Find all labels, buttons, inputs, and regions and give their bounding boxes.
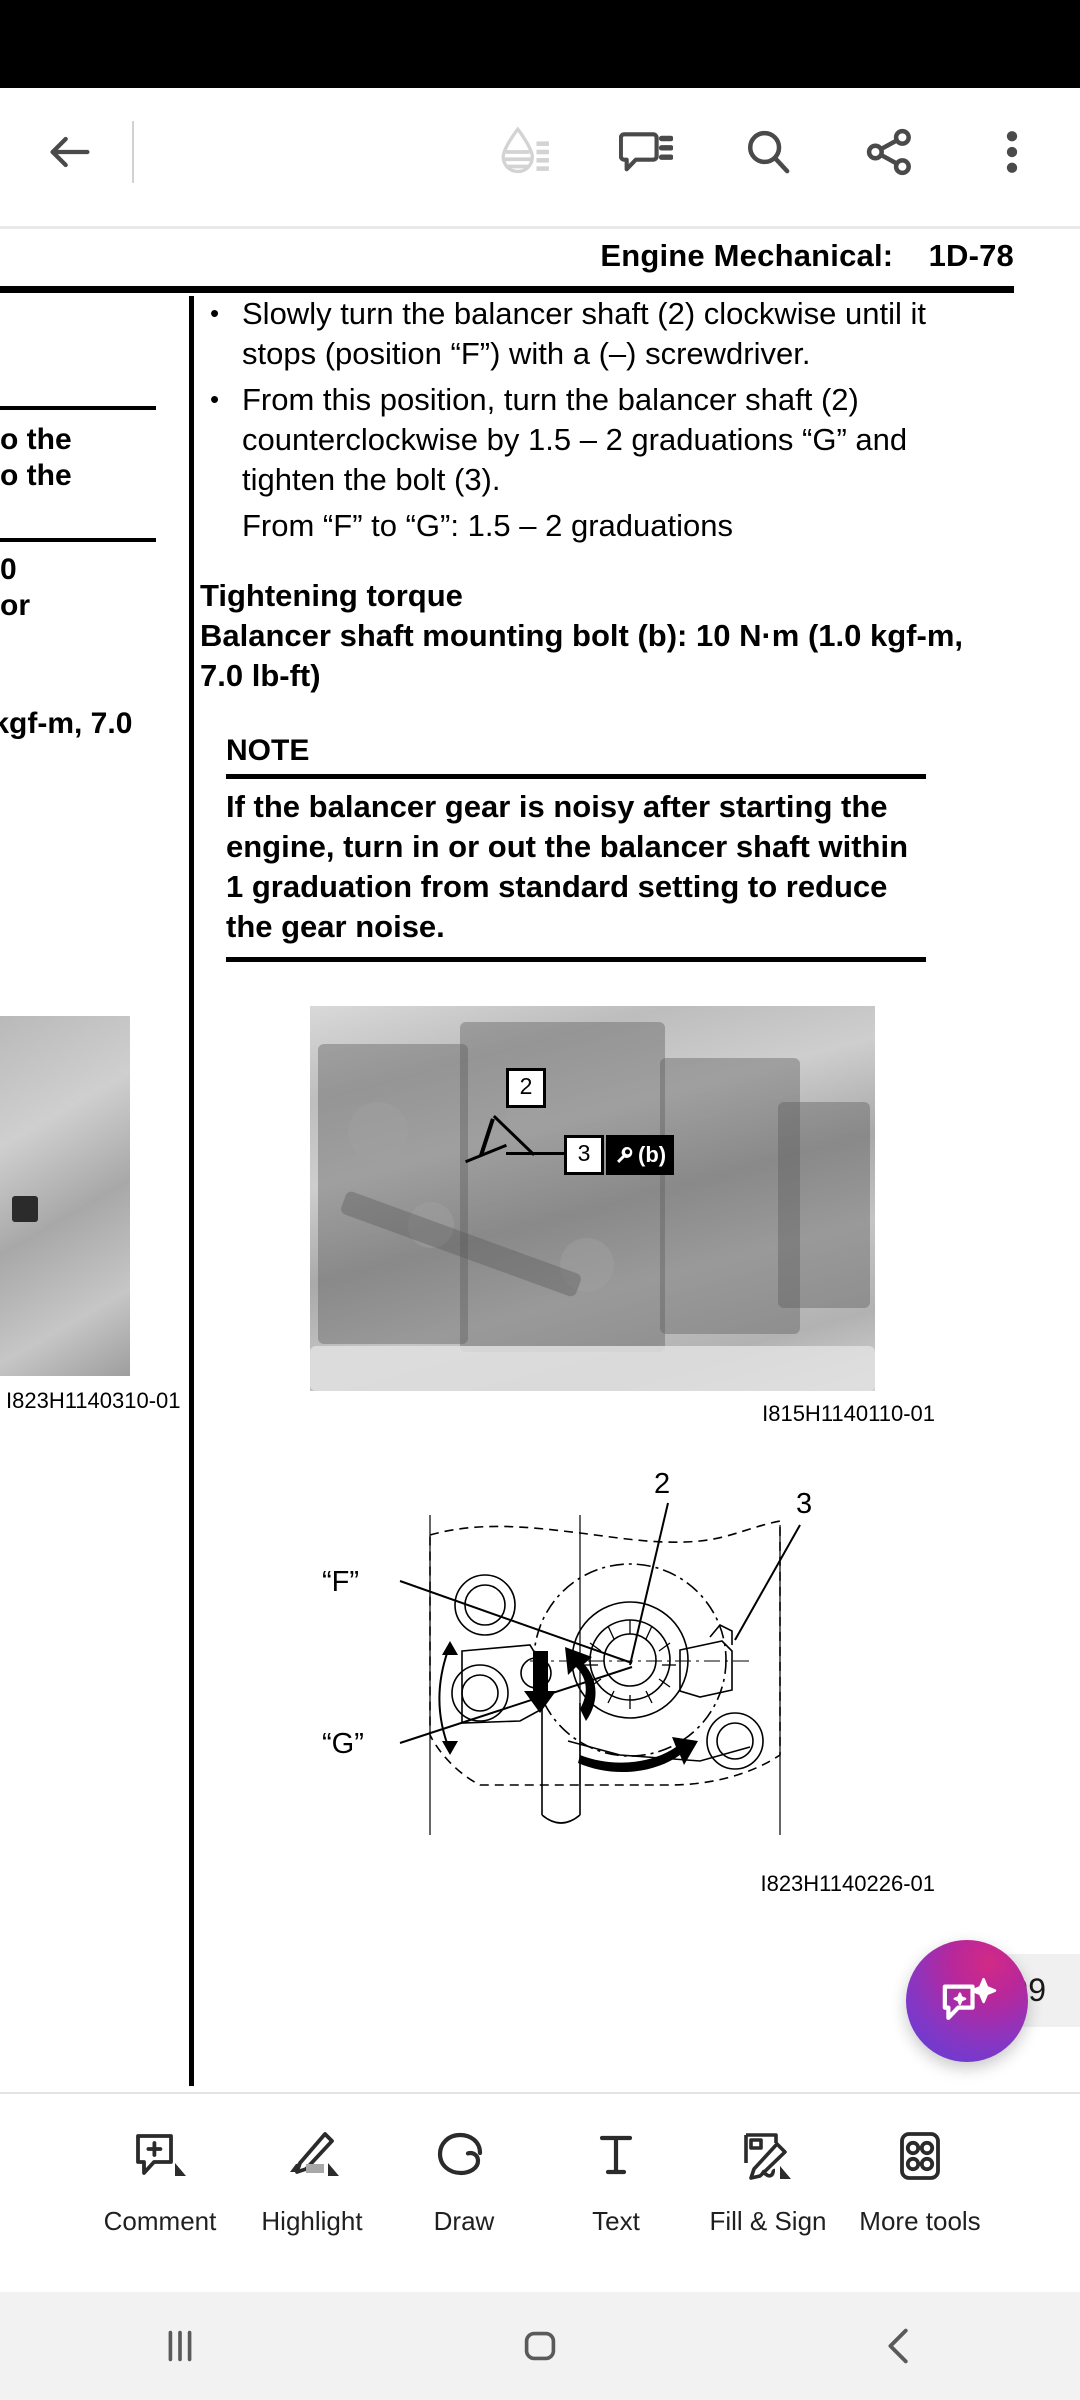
graduation-note: From “F” to “G”: 1.5 – 2 graduations xyxy=(242,508,734,543)
torque-title: Tightening torque xyxy=(200,578,463,613)
figure-photo-engine-block: 2 3 (b) xyxy=(310,1006,875,1391)
torque-block: Tightening torque Balancer shaft mountin… xyxy=(200,576,990,696)
appbar-right-group xyxy=(450,104,1060,200)
tool-draw[interactable]: Draw xyxy=(388,2116,540,2237)
left-fragment-3: 0 xyxy=(0,553,17,586)
pdf-page: Engine Mechanical: 1D-78 o the o the 0 o… xyxy=(0,216,1080,2092)
comments-button[interactable] xyxy=(598,104,694,200)
home-icon xyxy=(524,2331,556,2361)
tool-comment-icon-wrap xyxy=(128,2116,192,2202)
liquid-mode-icon xyxy=(501,126,549,174)
tool-text-label: Text xyxy=(592,2206,640,2236)
figure-drawing-caption: I823H1140226-01 xyxy=(760,1871,935,1896)
left-fragment-5: kgf-m, 7.0 xyxy=(0,707,133,740)
left-figure-image xyxy=(0,1016,130,1376)
drawing-label-G: “G” xyxy=(322,1728,364,1760)
back-button[interactable] xyxy=(22,104,118,200)
comment-list-icon xyxy=(619,132,673,172)
left-rule-1 xyxy=(0,406,156,410)
balancer-shaft-drawing: 2 3 “F” “G” xyxy=(322,1468,812,1835)
nav-home-button[interactable] xyxy=(460,2292,620,2400)
figure-photo-caption: I815H1140110-01 xyxy=(762,1401,935,1426)
wrench-icon xyxy=(617,1146,633,1163)
highlighter-icon xyxy=(290,2132,339,2176)
callout-2-box: 2 xyxy=(506,1068,546,1108)
fill-sign-icon xyxy=(744,2133,791,2180)
chat-sparkle-icon xyxy=(942,1977,997,2020)
system-nav-bar xyxy=(0,2292,1080,2400)
callout-torque-badge: (b) xyxy=(606,1135,675,1175)
tool-text[interactable]: Text xyxy=(540,2116,692,2237)
comment-add-icon xyxy=(136,2134,186,2176)
share-button[interactable] xyxy=(842,104,938,200)
text-tool-icon xyxy=(599,2135,633,2175)
back-arrow-icon xyxy=(50,136,90,168)
callout-3-box: 3 xyxy=(564,1135,604,1175)
tool-highlight[interactable]: Highlight xyxy=(236,2116,388,2237)
overflow-menu-icon xyxy=(1006,131,1018,173)
left-fragment-1: o the xyxy=(0,423,72,456)
overflow-menu-button[interactable] xyxy=(964,104,1060,200)
appbar-divider xyxy=(132,121,134,183)
left-fragment-4: or xyxy=(0,589,30,622)
tool-draw-label: Draw xyxy=(433,2206,495,2236)
tool-fill-sign-icon-wrap xyxy=(736,2116,800,2202)
tool-fill-sign[interactable]: Fill & Sign xyxy=(692,2116,844,2237)
top-app-bar xyxy=(0,88,1080,216)
note-block: NOTE If the balancer gear is noisy after… xyxy=(226,732,926,962)
document-viewport[interactable]: Engine Mechanical: 1D-78 o the o the 0 o… xyxy=(0,216,1080,2092)
main-column: Slowly turn the balancer shaft (2) clock… xyxy=(200,293,990,1897)
share-icon xyxy=(866,128,911,176)
liquid-mode-button[interactable] xyxy=(476,104,572,200)
torque-value: Balancer shaft mounting bolt (b): 10 N·m… xyxy=(200,618,963,693)
nav-recents-button[interactable] xyxy=(100,2292,260,2400)
tool-comment-label: Comment xyxy=(103,2206,217,2236)
note-body: If the balancer gear is noisy after star… xyxy=(226,789,909,944)
drawing-label-F: “F” xyxy=(322,1566,359,1598)
tool-highlight-icon-wrap xyxy=(280,2116,344,2202)
running-head-text: Engine Mechanical: 1D-78 xyxy=(600,238,1014,273)
note-label: NOTE xyxy=(226,734,310,767)
list-item: From this position, turn the balancer sh… xyxy=(200,379,990,500)
tool-more-tools-icon-wrap xyxy=(888,2116,952,2202)
left-rule-2 xyxy=(0,538,156,542)
note-rule-bottom xyxy=(226,957,926,962)
drawing-callout-3: 3 xyxy=(796,1488,812,1520)
tool-more-tools-label: More tools xyxy=(859,2206,981,2236)
column-divider-rule xyxy=(189,296,194,2086)
list-item: Slowly turn the balancer shaft (2) clock… xyxy=(200,293,990,374)
nav-back-icon xyxy=(888,2328,908,2364)
more-tools-grid-icon xyxy=(900,2132,940,2180)
instruction-list: Slowly turn the balancer shaft (2) clock… xyxy=(200,293,990,500)
pdf-reader-screen: Engine Mechanical: 1D-78 o the o the 0 o… xyxy=(0,0,1080,2400)
recents-icon xyxy=(168,2330,192,2362)
draw-scribble-icon xyxy=(437,2132,483,2176)
search-button[interactable] xyxy=(720,104,816,200)
drawing-callout-2: 2 xyxy=(654,1468,670,1500)
nav-back-button[interactable] xyxy=(820,2292,980,2400)
figure-line-drawing: 2 3 “F” “G” xyxy=(280,1455,980,1865)
tool-highlight-label: Highlight xyxy=(261,2206,363,2236)
left-column-clipped: o the o the 0 or kgf-m, 7.0 I823H1140310… xyxy=(0,216,186,2092)
status-bar xyxy=(0,0,1080,88)
left-fragment-2: o the xyxy=(0,459,72,492)
tool-more-tools[interactable]: More tools xyxy=(844,2116,996,2237)
left-figure-caption: I823H1140310-01 xyxy=(6,1388,181,1413)
tool-draw-icon-wrap xyxy=(432,2116,496,2202)
callout-b-label: (b) xyxy=(638,1142,667,1167)
annotation-toolbar: Comment Highlight Draw Text Fill & Sign … xyxy=(0,2092,1080,2292)
search-icon xyxy=(747,130,790,174)
ai-assistant-fab[interactable] xyxy=(906,1940,1028,2062)
tool-text-icon-wrap xyxy=(584,2116,648,2202)
tool-comment[interactable]: Comment xyxy=(84,2116,236,2237)
appbar-left-group xyxy=(0,104,134,200)
tool-fill-sign-label: Fill & Sign xyxy=(709,2206,827,2236)
